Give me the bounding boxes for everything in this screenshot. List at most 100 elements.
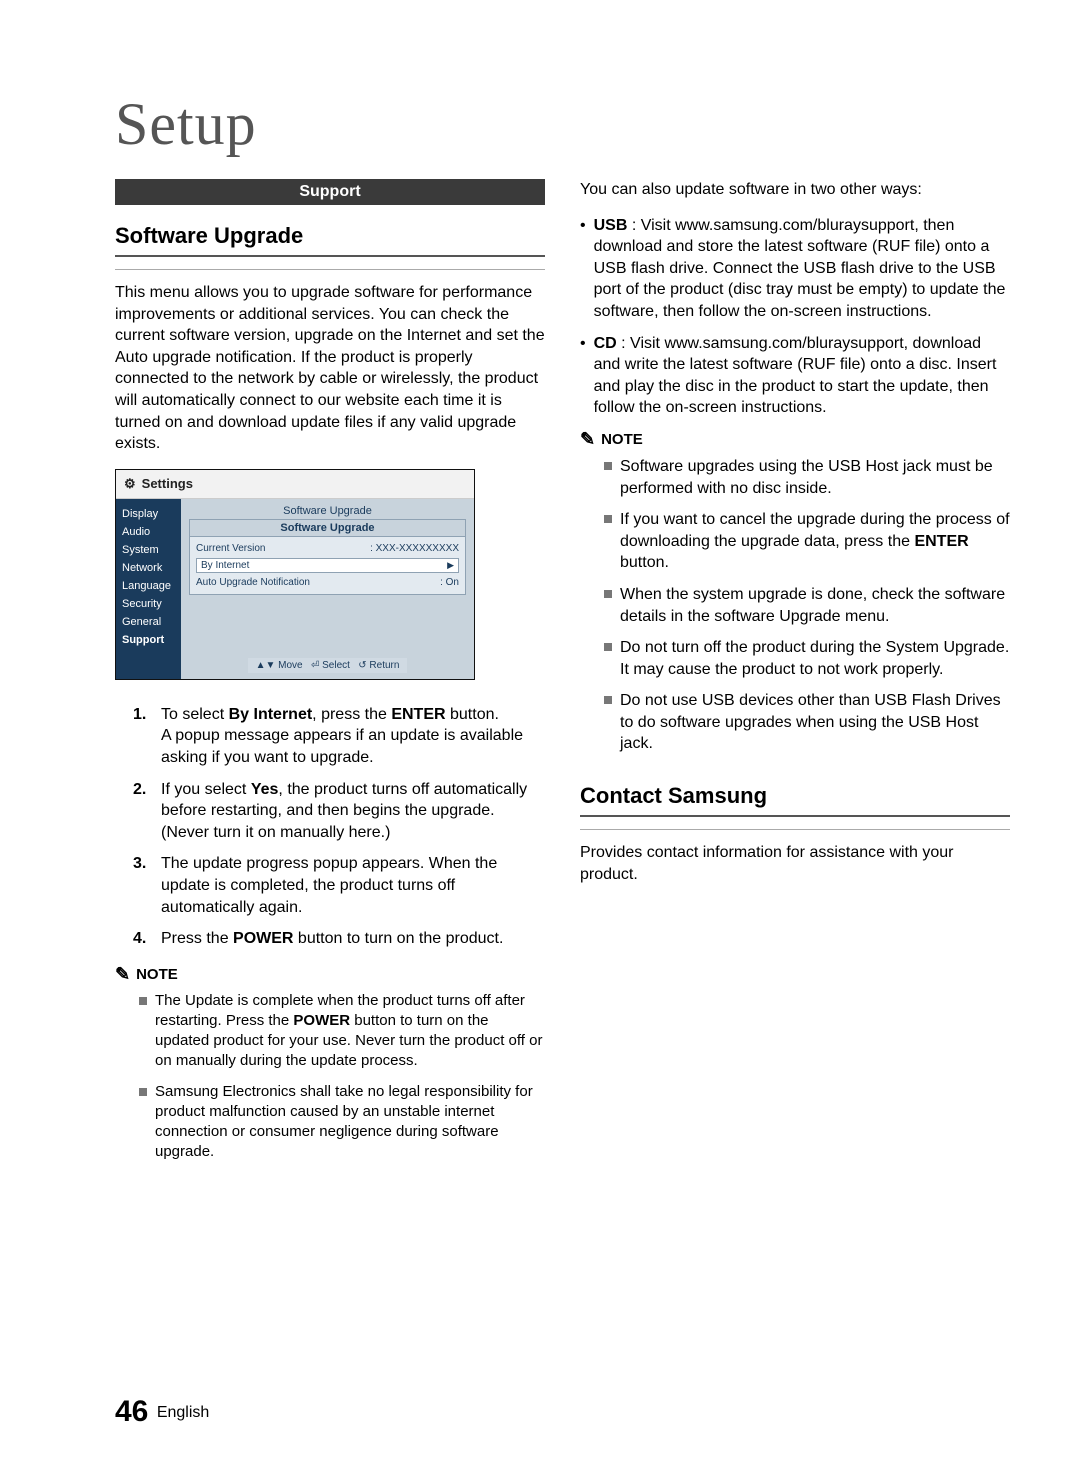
divider <box>115 269 545 270</box>
step-number: 4. <box>133 928 153 950</box>
note-item: Samsung Electronics shall take no legal … <box>139 1082 545 1163</box>
note-text: When the system upgrade is done, check t… <box>620 584 1010 627</box>
note-list: The Update is complete when the product … <box>139 991 545 1163</box>
step-text: , press the <box>312 706 391 723</box>
bullet-text: : Visit www.samsung.com/bluraysupport, t… <box>594 217 1006 320</box>
bullet-icon <box>604 643 612 651</box>
divider <box>580 829 1010 830</box>
note-text: button. <box>620 554 669 571</box>
note-text: Do not turn off the product during the S… <box>620 637 1010 680</box>
bullet-text: : Visit www.samsung.com/bluraysupport, d… <box>594 335 997 417</box>
hint-return: Return <box>369 660 399 671</box>
step-bold: Yes <box>251 781 279 798</box>
bullet-dot-icon: • <box>580 333 586 419</box>
bullet-icon <box>139 997 147 1005</box>
divider <box>580 815 1010 817</box>
step-text: button. <box>446 706 499 723</box>
page-footer: 46 English <box>115 1395 209 1429</box>
note-label: NOTE <box>601 431 643 448</box>
note-item: If you want to cancel the upgrade during… <box>604 509 1010 574</box>
step-number: 2. <box>133 779 153 844</box>
step-bold: By Internet <box>229 706 313 723</box>
sidebar-item: Audio <box>116 523 181 541</box>
page-language: English <box>157 1404 209 1421</box>
right-column: You can also update software in two othe… <box>580 179 1010 1173</box>
note-item: The Update is complete when the product … <box>139 991 545 1072</box>
settings-panel-title: Software Upgrade <box>189 505 466 517</box>
sidebar-item: System <box>116 541 181 559</box>
settings-screenshot: ⚙ Settings Display Audio System Network … <box>115 469 475 680</box>
divider <box>115 255 545 257</box>
note-list: Software upgrades using the USB Host jac… <box>604 456 1010 755</box>
note-icon: ✎ <box>580 429 595 450</box>
sidebar-item: General <box>116 613 181 631</box>
support-header: Support <box>115 179 545 205</box>
note-heading: ✎ NOTE <box>115 964 545 985</box>
note-bold: ENTER <box>914 533 968 550</box>
note-item: Do not turn off the product during the S… <box>604 637 1010 680</box>
hint-move: Move <box>278 660 302 671</box>
bullet-icon <box>604 515 612 523</box>
steps-list: 1. To select By Internet, press the ENTE… <box>133 704 545 950</box>
step-text: The update progress popup appears. When … <box>161 853 545 918</box>
by-internet-label: By Internet <box>201 560 249 571</box>
note-item: When the system upgrade is done, check t… <box>604 584 1010 627</box>
page-number: 46 <box>115 1395 148 1428</box>
step-text: To select <box>161 706 229 723</box>
bullet-usb: • USB : Visit www.samsung.com/bluraysupp… <box>580 215 1010 323</box>
step-number: 1. <box>133 704 153 769</box>
note-text: Software upgrades using the USB Host jac… <box>620 456 1010 499</box>
sidebar-item: Security <box>116 595 181 613</box>
note-item: Do not use USB devices other than USB Fl… <box>604 690 1010 755</box>
bullet-icon <box>604 590 612 598</box>
step-text: button to turn on the product. <box>293 930 503 947</box>
settings-titlebar: ⚙ Settings <box>116 470 474 499</box>
by-internet-field: By Internet ▶ <box>196 558 459 573</box>
settings-sidebar: Display Audio System Network Language Se… <box>116 499 181 679</box>
note-label: NOTE <box>136 966 178 983</box>
bullet-icon <box>604 696 612 704</box>
step-text: Press the <box>161 930 233 947</box>
note-heading: ✎ NOTE <box>580 429 1010 450</box>
bullet-icon <box>139 1088 147 1096</box>
bullet-icon <box>604 462 612 470</box>
step-text: If you select <box>161 781 251 798</box>
note-bold: POWER <box>293 1012 350 1029</box>
note-text: Samsung Electronics shall take no legal … <box>155 1082 545 1163</box>
page-title: Setup <box>115 90 1010 159</box>
step-bold: ENTER <box>391 706 445 723</box>
chevron-right-icon: ▶ <box>447 560 454 571</box>
bullet-dot-icon: • <box>580 215 586 323</box>
step-3: 3. The update progress popup appears. Wh… <box>133 853 545 918</box>
software-upgrade-heading: Software Upgrade <box>115 223 545 249</box>
step-extra: A popup message appears if an update is … <box>161 727 523 766</box>
step-2: 2. If you select Yes, the product turns … <box>133 779 545 844</box>
sidebar-item: Display <box>116 505 181 523</box>
contact-samsung-heading: Contact Samsung <box>580 783 1010 809</box>
bullet-list: • USB : Visit www.samsung.com/bluraysupp… <box>580 215 1010 419</box>
step-4: 4. Press the POWER button to turn on the… <box>133 928 545 950</box>
note-text: Do not use USB devices other than USB Fl… <box>620 690 1010 755</box>
settings-main: Software Upgrade Software Upgrade Curren… <box>181 499 474 679</box>
auto-upgrade-label: Auto Upgrade Notification <box>196 577 310 588</box>
intro-paragraph: This menu allows you to upgrade software… <box>115 282 545 455</box>
contact-text: Provides contact information for assista… <box>580 842 1010 885</box>
left-column: Support Software Upgrade This menu allow… <box>115 179 545 1173</box>
step-number: 3. <box>133 853 153 918</box>
bullet-bold: CD <box>594 335 617 352</box>
settings-footer-hints: ▲▼ Move ⏎ Select ↺ Return <box>248 658 408 673</box>
bullet-cd: • CD : Visit www.samsung.com/bluraysuppo… <box>580 333 1010 419</box>
current-version-value: : XXX-XXXXXXXXX <box>370 543 459 554</box>
settings-title: Settings <box>142 476 193 491</box>
step-bold: POWER <box>233 930 293 947</box>
gear-icon: ⚙ <box>124 476 136 492</box>
current-version-label: Current Version <box>196 543 265 554</box>
sidebar-item: Network <box>116 559 181 577</box>
bullet-bold: USB <box>594 217 628 234</box>
sidebar-item: Language <box>116 577 181 595</box>
hint-select: Select <box>322 660 350 671</box>
sidebar-item-support: Support <box>116 631 181 649</box>
step-1: 1. To select By Internet, press the ENTE… <box>133 704 545 769</box>
note-icon: ✎ <box>115 964 130 985</box>
settings-subpanel-header: Software Upgrade <box>190 520 465 537</box>
